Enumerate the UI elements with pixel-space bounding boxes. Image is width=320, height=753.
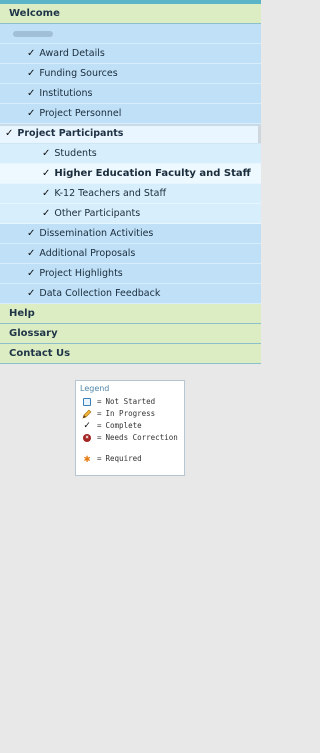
nav-item-dissemination[interactable]: ✓ Dissemination Activities bbox=[0, 224, 261, 244]
nav-subitem-students[interactable]: ✓ Students bbox=[0, 144, 261, 164]
check-icon: ✓ bbox=[27, 108, 36, 119]
check-icon: ✓ bbox=[42, 168, 51, 179]
legend-label: Not Started bbox=[105, 397, 156, 406]
legend-box: Legend = Not Started = In Progress ✓ = C… bbox=[75, 380, 185, 476]
nav-item-label: Additional Proposals bbox=[39, 248, 136, 259]
legend-equals: = bbox=[97, 397, 102, 406]
legend-row-required: ✱ = Required bbox=[80, 453, 180, 465]
nav-item-label: Institutions bbox=[39, 88, 93, 99]
check-icon: ✓ bbox=[27, 48, 36, 59]
nav-glossary[interactable]: Glossary bbox=[0, 324, 261, 344]
check-icon: ✓ bbox=[27, 288, 36, 299]
not-started-icon bbox=[80, 398, 94, 406]
nav-subitem-higher-education[interactable]: ✓ Higher Education Faculty and Staff bbox=[0, 164, 261, 184]
legend-equals: = bbox=[97, 454, 102, 463]
check-icon: ✓ bbox=[42, 208, 51, 219]
check-icon: ✓ bbox=[27, 88, 36, 99]
check-icon: ✓ bbox=[27, 68, 36, 79]
error-icon: × bbox=[80, 434, 94, 442]
nav-item-label: Dissemination Activities bbox=[39, 228, 154, 239]
nav-item-label: Project Highlights bbox=[39, 268, 123, 279]
pencil-icon bbox=[80, 409, 94, 419]
legend-title: Legend bbox=[80, 384, 110, 393]
nav-item-label: Project Participants bbox=[17, 128, 124, 139]
legend-row-complete: ✓ = Complete bbox=[80, 420, 180, 432]
redacted-item bbox=[0, 24, 261, 44]
nav-help[interactable]: Help bbox=[0, 304, 261, 324]
legend-label: Complete bbox=[105, 421, 142, 430]
nav-item-label: Project Personnel bbox=[39, 108, 122, 119]
check-icon: ✓ bbox=[83, 420, 91, 431]
nav-welcome[interactable]: Welcome bbox=[0, 4, 261, 24]
check-icon: ✓ bbox=[42, 188, 51, 199]
asterisk-icon: ✱ bbox=[83, 452, 91, 465]
legend-row-not-started: = Not Started bbox=[80, 396, 180, 408]
legend-label: Needs Correction bbox=[105, 433, 178, 442]
nav-item-project-participants[interactable]: ✓ Project Participants bbox=[0, 124, 261, 144]
nav-item-additional-proposals[interactable]: ✓ Additional Proposals bbox=[0, 244, 261, 264]
nav-contact-us[interactable]: Contact Us bbox=[0, 344, 261, 364]
nav-item-data-collection-feedback[interactable]: ✓ Data Collection Feedback bbox=[0, 284, 261, 304]
legend-row-in-progress: = In Progress bbox=[80, 408, 180, 420]
redacted-text bbox=[13, 30, 53, 37]
check-icon: ✓ bbox=[5, 128, 14, 139]
nav-item-project-personnel[interactable]: ✓ Project Personnel bbox=[0, 104, 261, 124]
nav-item-project-highlights[interactable]: ✓ Project Highlights bbox=[0, 264, 261, 284]
nav-subitem-label: Higher Education Faculty and Staff bbox=[54, 168, 251, 179]
nav-subitem-k12[interactable]: ✓ K-12 Teachers and Staff bbox=[0, 184, 261, 204]
nav-item-label: Award Details bbox=[39, 48, 105, 59]
check-icon: ✓ bbox=[27, 248, 36, 259]
check-icon: ✓ bbox=[27, 268, 36, 279]
nav-item-label: Funding Sources bbox=[39, 68, 118, 79]
nav-subitem-label: Other Participants bbox=[54, 208, 141, 219]
legend-equals: = bbox=[97, 421, 102, 430]
legend-equals: = bbox=[97, 433, 102, 442]
legend-row-needs-correction: × = Needs Correction bbox=[80, 432, 180, 444]
legend-equals: = bbox=[97, 409, 102, 418]
nav-subitem-label: Students bbox=[54, 148, 97, 159]
nav-subitem-label: K-12 Teachers and Staff bbox=[54, 188, 166, 199]
nav-item-funding-sources[interactable]: ✓ Funding Sources bbox=[0, 64, 261, 84]
check-icon: ✓ bbox=[27, 228, 36, 239]
nav-subitem-other-participants[interactable]: ✓ Other Participants bbox=[0, 204, 261, 224]
nav-item-award-details[interactable]: ✓ Award Details bbox=[0, 44, 261, 64]
legend-label: In Progress bbox=[105, 409, 156, 418]
nav-item-label: Data Collection Feedback bbox=[39, 288, 161, 299]
nav-item-institutions[interactable]: ✓ Institutions bbox=[0, 84, 261, 104]
legend-label: Required bbox=[105, 454, 142, 463]
check-icon: ✓ bbox=[42, 148, 51, 159]
